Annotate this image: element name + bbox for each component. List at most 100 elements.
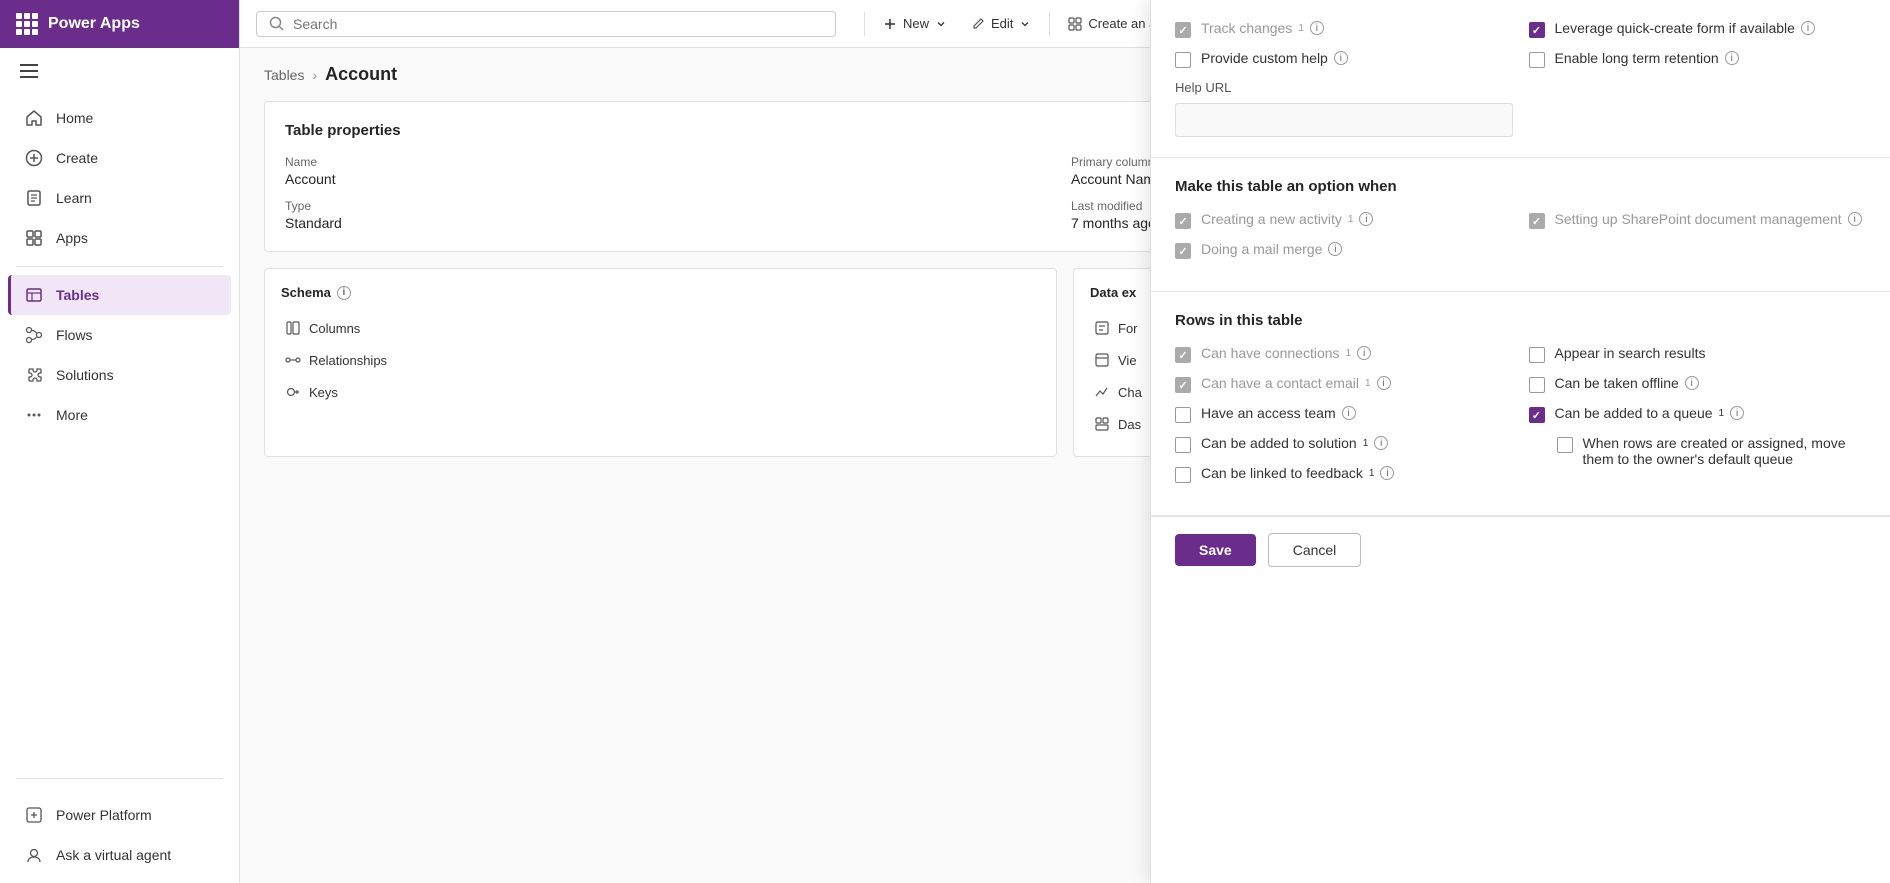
can-be-taken-offline-checkbox[interactable] xyxy=(1529,377,1545,393)
leverage-quick-create-checkbox[interactable]: ✓ xyxy=(1529,22,1545,38)
can-be-linked-feedback-checkbox[interactable] xyxy=(1175,467,1191,483)
can-have-connections-checkbox[interactable]: ✓ xyxy=(1175,347,1191,363)
leverage-quick-create-info[interactable]: i xyxy=(1801,21,1815,35)
sharepoint-checkbox[interactable]: ✓ xyxy=(1529,213,1545,229)
doing-mail-merge-info[interactable]: i xyxy=(1328,242,1342,256)
sidebar-item-label: Ask a virtual agent xyxy=(56,847,171,863)
sharepoint-info[interactable]: i xyxy=(1848,212,1862,226)
schema-item-columns[interactable]: Columns xyxy=(281,312,1040,344)
enable-long-term-info[interactable]: i xyxy=(1725,51,1739,65)
sharepoint-doc-mgmt-option: ✓ Setting up SharePoint document managem… xyxy=(1529,211,1867,229)
creating-new-activity-option: ✓ Creating a new activity 1 i xyxy=(1175,211,1513,229)
sidebar-item-home[interactable]: Home xyxy=(8,98,231,138)
type-label: Type xyxy=(285,199,1059,213)
sidebar-item-solutions[interactable]: Solutions xyxy=(8,355,231,395)
provide-custom-help-checkbox[interactable] xyxy=(1175,52,1191,68)
option-when-two-col: ✓ Creating a new activity 1 i ✓ xyxy=(1175,211,1866,271)
app-title: Power Apps xyxy=(48,15,140,33)
can-be-added-queue-checkbox[interactable]: ✓ xyxy=(1529,407,1545,423)
sidebar-item-label: Solutions xyxy=(56,367,114,383)
can-be-taken-offline-option: Can be taken offline i xyxy=(1529,375,1867,393)
enable-long-term-checkbox[interactable] xyxy=(1529,52,1545,68)
option-when-left: ✓ Creating a new activity 1 i ✓ xyxy=(1175,211,1513,271)
creating-new-activity-label: Creating a new activity 1 i xyxy=(1201,211,1513,227)
track-changes-label: Track changes 1 i xyxy=(1201,20,1513,36)
sidebar-item-create[interactable]: Create xyxy=(8,138,231,178)
hamburger-icon[interactable] xyxy=(16,56,223,86)
schema-item-relationships[interactable]: Relationships xyxy=(281,344,1040,376)
track-changes-checkbox[interactable]: ✓ xyxy=(1175,22,1191,38)
puzzle-icon xyxy=(24,365,44,385)
sidebar-item-ask-agent[interactable]: Ask a virtual agent xyxy=(8,835,231,875)
breadcrumb-parent[interactable]: Tables xyxy=(264,67,304,83)
provide-custom-help-info[interactable]: i xyxy=(1334,51,1348,65)
option-when-title: Make this table an option when xyxy=(1175,178,1866,195)
schema-item-keys[interactable]: Keys xyxy=(281,376,1040,408)
sharepoint-label: Setting up SharePoint document managemen… xyxy=(1555,211,1867,227)
cancel-button[interactable]: Cancel xyxy=(1268,533,1362,567)
sidebar-item-apps[interactable]: Apps xyxy=(8,218,231,258)
bottom-divider xyxy=(16,778,223,779)
table-icon xyxy=(24,285,44,305)
toolbar-divider xyxy=(1049,12,1050,36)
have-access-team-checkbox[interactable] xyxy=(1175,407,1191,423)
can-be-taken-offline-label: Can be taken offline i xyxy=(1555,375,1867,391)
appear-search-results-checkbox[interactable] xyxy=(1529,347,1545,363)
plus-circle-icon xyxy=(24,148,44,168)
have-access-team-info[interactable]: i xyxy=(1342,406,1356,420)
sidebar-toggle[interactable] xyxy=(0,48,239,94)
when-rows-created-checkbox[interactable] xyxy=(1557,437,1573,453)
can-have-contact-email-option: ✓ Can have a contact email 1 i xyxy=(1175,375,1513,393)
schema-info-icon[interactable]: i xyxy=(337,286,351,300)
can-have-contact-email-info[interactable]: i xyxy=(1377,376,1391,390)
chevron-down-icon xyxy=(1019,18,1031,30)
waffle-icon[interactable] xyxy=(16,13,38,35)
book-icon xyxy=(24,188,44,208)
have-access-team-option: Have an access team i xyxy=(1175,405,1513,423)
can-be-added-solution-checkbox[interactable] xyxy=(1175,437,1191,453)
sidebar-item-power-platform[interactable]: Power Platform xyxy=(8,795,231,835)
schema-title: Schema i xyxy=(281,285,1040,300)
sidebar-item-flows[interactable]: Flows xyxy=(8,315,231,355)
can-be-added-solution-info[interactable]: i xyxy=(1374,436,1388,450)
option-when-right: ✓ Setting up SharePoint document managem… xyxy=(1529,211,1867,271)
sidebar-item-more[interactable]: More xyxy=(8,395,231,435)
sidebar-item-label: Home xyxy=(56,110,93,126)
can-have-connections-label: Can have connections 1 i xyxy=(1201,345,1513,361)
search-box[interactable] xyxy=(256,11,836,37)
sidebar-item-learn[interactable]: Learn xyxy=(8,178,231,218)
name-label: Name xyxy=(285,155,1059,169)
can-have-contact-email-checkbox[interactable]: ✓ xyxy=(1175,377,1191,393)
sidebar-bottom: Power Platform Ask a virtual agent xyxy=(0,787,239,883)
doing-mail-merge-checkbox[interactable]: ✓ xyxy=(1175,243,1191,259)
can-have-connections-info[interactable]: i xyxy=(1357,346,1371,360)
doing-mail-merge-option: ✓ Doing a mail merge i xyxy=(1175,241,1513,259)
main-content: New Edit Create an app Using this Tables xyxy=(240,0,1890,883)
edit-button[interactable]: Edit xyxy=(961,10,1041,37)
search-input[interactable] xyxy=(293,16,823,32)
sidebar-item-label: Apps xyxy=(56,230,88,246)
columns-icon xyxy=(285,320,301,336)
can-be-linked-feedback-info[interactable]: i xyxy=(1380,466,1394,480)
creating-new-activity-info[interactable]: i xyxy=(1359,212,1373,226)
appear-search-results-label: Appear in search results xyxy=(1555,345,1867,361)
charts-icon xyxy=(1094,384,1110,400)
new-button[interactable]: New xyxy=(873,10,957,37)
can-be-added-queue-option: ✓ Can be added to a queue 1 i xyxy=(1529,405,1867,423)
rows-left: ✓ Can have connections 1 i ✓ xyxy=(1175,345,1513,495)
track-changes-info[interactable]: i xyxy=(1310,21,1324,35)
creating-new-activity-checkbox[interactable]: ✓ xyxy=(1175,213,1191,229)
can-have-contact-email-label: Can have a contact email 1 i xyxy=(1201,375,1513,391)
can-be-added-queue-info[interactable]: i xyxy=(1730,406,1744,420)
breadcrumb-separator: › xyxy=(312,67,317,83)
sidebar-item-tables[interactable]: Tables xyxy=(8,275,231,315)
save-button[interactable]: Save xyxy=(1175,534,1256,566)
can-be-added-queue-label: Can be added to a queue 1 i xyxy=(1555,405,1867,421)
appear-search-results-option: Appear in search results xyxy=(1529,345,1867,363)
panel-top-section: ✓ Track changes 1 i Provide custom help xyxy=(1151,0,1890,158)
chevron-down-icon xyxy=(935,18,947,30)
when-rows-created-option: When rows are created or assigned, move … xyxy=(1557,435,1867,467)
help-url-input[interactable] xyxy=(1175,103,1513,137)
can-be-taken-offline-info[interactable]: i xyxy=(1685,376,1699,390)
main-nav: Home Create Learn Apps xyxy=(0,94,239,770)
